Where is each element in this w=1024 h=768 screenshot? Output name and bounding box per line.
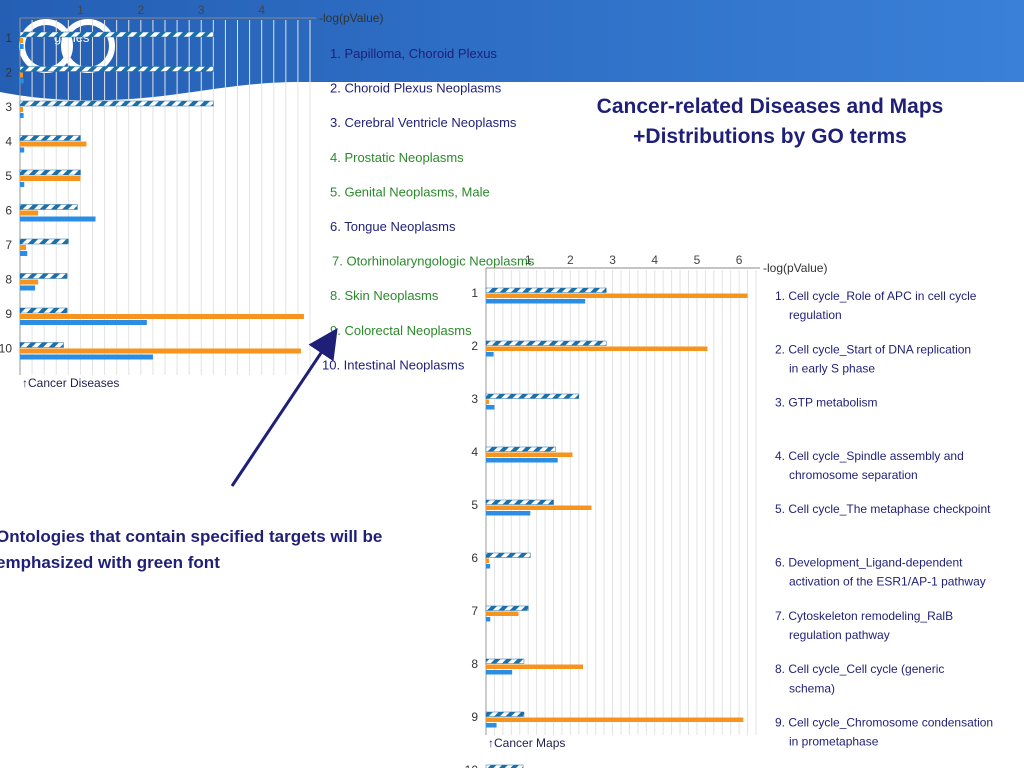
pointer-arrow [230,328,338,487]
